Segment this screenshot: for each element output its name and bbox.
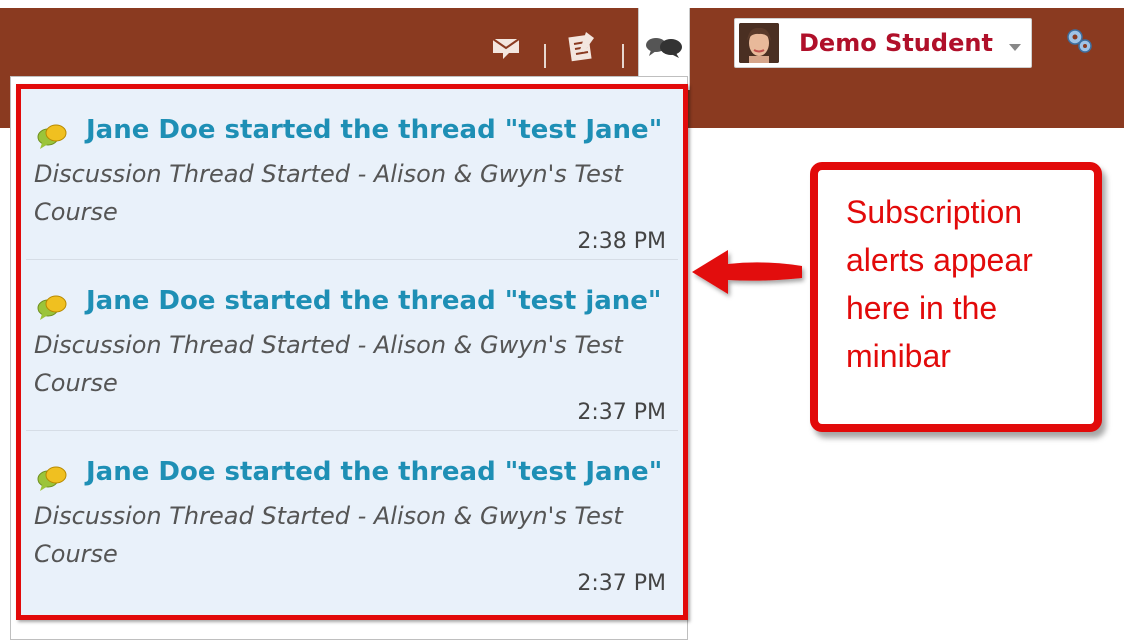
alert-title[interactable]: Jane Doe started the thread "test Jane" bbox=[86, 115, 662, 145]
alert-title[interactable]: Jane Doe started the thread "test Jane" bbox=[86, 457, 662, 487]
user-name: Demo Student bbox=[799, 29, 993, 57]
discussion-bubbles-icon bbox=[36, 294, 68, 324]
gear-icon[interactable] bbox=[1064, 26, 1094, 60]
annotation-callout: Subscription alerts appear here in the m… bbox=[810, 162, 1102, 432]
alert-description: Discussion Thread Started - Alison & Gwy… bbox=[34, 331, 623, 397]
alert-title[interactable]: Jane Doe started the thread "test jane" bbox=[86, 286, 661, 316]
alert-item[interactable]: Jane Doe started the thread "test Jane" … bbox=[26, 89, 678, 259]
discussion-bubbles-icon bbox=[36, 465, 68, 495]
chevron-down-icon[interactable] bbox=[1009, 37, 1021, 56]
update-alerts-icon[interactable] bbox=[560, 24, 604, 70]
message-alerts-icon[interactable] bbox=[484, 28, 528, 68]
alert-item[interactable]: Jane Doe started the thread "test Jane" … bbox=[26, 430, 678, 600]
minibar-separator bbox=[544, 44, 546, 68]
minibar-separator bbox=[622, 44, 624, 68]
alert-description: Discussion Thread Started - Alison & Gwy… bbox=[34, 502, 623, 568]
alert-description: Discussion Thread Started - Alison & Gwy… bbox=[34, 160, 623, 226]
alert-item[interactable]: Jane Doe started the thread "test jane" … bbox=[26, 259, 678, 429]
user-menu[interactable]: Demo Student bbox=[734, 18, 1032, 68]
alert-time: 2:37 PM bbox=[577, 571, 666, 596]
alerts-highlight-box: Jane Doe started the thread "test Jane" … bbox=[16, 84, 688, 620]
discussion-bubbles-icon bbox=[36, 123, 68, 153]
subscription-alerts-icon bbox=[643, 32, 685, 62]
alert-time: 2:38 PM bbox=[577, 229, 666, 254]
avatar bbox=[739, 23, 779, 63]
alert-time: 2:37 PM bbox=[577, 400, 666, 425]
annotation-arrow bbox=[684, 244, 808, 308]
callout-text: Subscription alerts appear here in the m… bbox=[846, 194, 1033, 374]
